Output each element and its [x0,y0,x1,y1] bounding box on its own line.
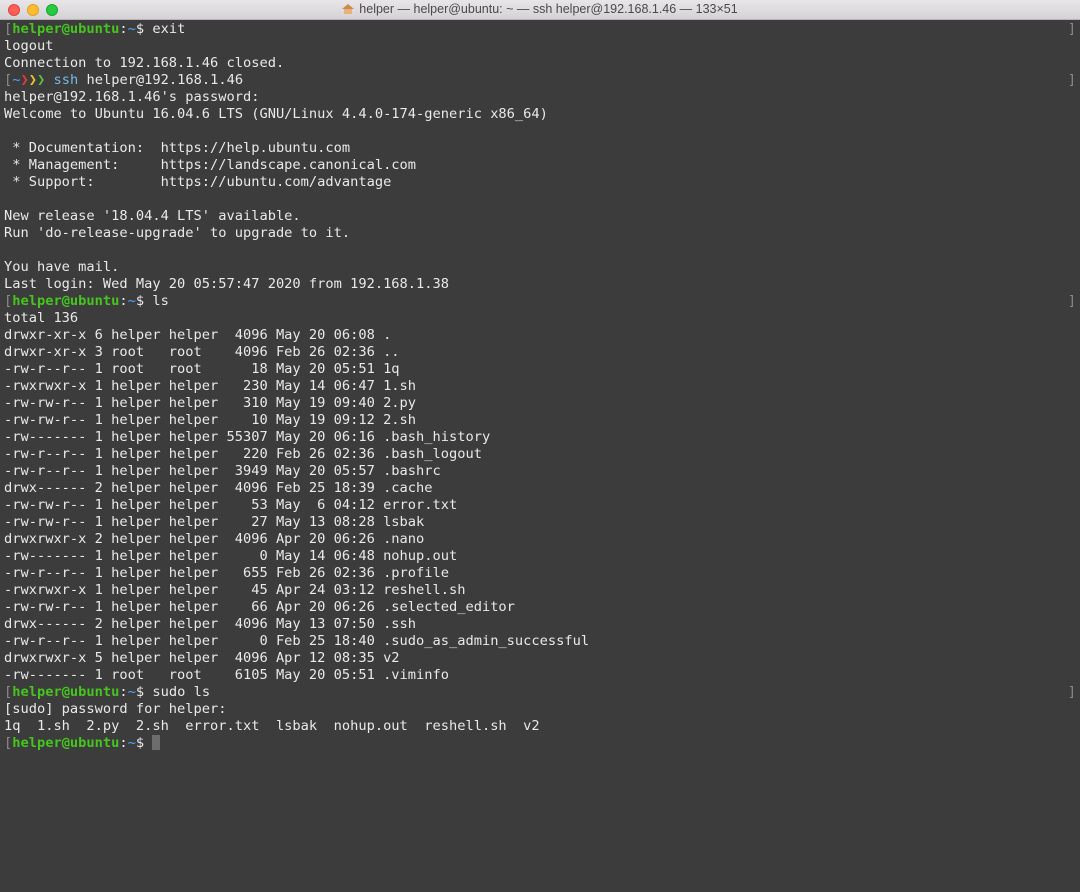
output-line: Connection to 192.168.1.46 closed. [4,55,285,71]
prompt-dollar: $ [135,21,145,37]
local-prompt-line: [~❯❯❯ ssh helper@192.168.1.46] [4,72,1076,89]
prompt-line: [helper@ubuntu:~$ exit] [4,21,1076,38]
output-line: * Documentation: https://help.ubuntu.com [4,140,351,156]
prompt-close-bracket: ] [1067,21,1076,37]
output-line: [sudo] password for helper: [4,701,227,717]
active-prompt-line[interactable]: [helper@ubuntu:~$ [4,735,1072,752]
listing-row: -rw-rw-r-- 1 helper helper 310 May 19 09… [4,395,417,411]
prompt-separator: : [119,293,128,309]
terminal-window: helper — helper@ubuntu: ~ — ssh helper@1… [0,0,1080,892]
listing-row: -rw-rw-r-- 1 helper helper 10 May 19 09:… [4,412,417,428]
listing-row: drwxr-xr-x 3 root root 4096 Feb 26 02:36… [4,344,400,360]
command-text: sudo ls [152,684,211,700]
home-icon [342,4,355,14]
listing-row: -rw------- 1 helper helper 0 May 14 06:4… [4,548,458,564]
listing-row: drwxrwxr-x 2 helper helper 4096 Apr 20 0… [4,531,425,547]
output-line: helper@192.168.1.46's password: [4,89,260,105]
prompt-open-bracket: [ [4,684,13,700]
prompt-separator: : [119,21,128,37]
output-line: logout [4,38,54,54]
terminal-output[interactable]: [helper@ubuntu:~$ exit] logout Connectio… [4,21,1076,889]
output-line: * Management: https://landscape.canonica… [4,157,417,173]
listing-row: -rw------- 1 helper helper 55307 May 20 … [4,429,491,445]
prompt-path: ~ [127,735,136,751]
listing-row: -rw-rw-r-- 1 helper helper 53 May 6 04:1… [4,497,458,513]
listing-row: -rwxrwxr-x 1 helper helper 45 Apr 24 03:… [4,582,466,598]
prompt-user-host: helper@ubuntu [12,21,120,37]
prompt-line: [helper@ubuntu:~$ ls] [4,293,1076,310]
listing-row: drwx------ 2 helper helper 4096 May 13 0… [4,616,417,632]
local-prompt-open-bracket: [ [4,72,13,88]
window-title: helper — helper@ubuntu: ~ — ssh helper@1… [0,2,1080,16]
prompt-user-host: helper@ubuntu [12,684,120,700]
prompt-open-bracket: [ [4,21,13,37]
listing-row: drwxr-xr-x 6 helper helper 4096 May 20 0… [4,327,392,343]
listing-row: -rw-r--r-- 1 helper helper 220 Feb 26 02… [4,446,482,462]
listing-row: -rw-r--r-- 1 root root 18 May 20 05:51 1… [4,361,400,377]
prompt-open-bracket: [ [4,293,13,309]
listing-row: -rw-r--r-- 1 helper helper 655 Feb 26 02… [4,565,449,581]
prompt-arrow-icon: ❯ [28,72,37,88]
prompt-arrow-icon: ❯ [20,72,29,88]
output-line: Last login: Wed May 20 05:57:47 2020 fro… [4,276,449,292]
prompt-dollar: $ [135,684,145,700]
prompt-dollar: $ [135,293,145,309]
output-line: Run 'do-release-upgrade' to upgrade to i… [4,225,351,241]
listing-row: -rwxrwxr-x 1 helper helper 230 May 14 06… [4,378,417,394]
title-bar[interactable]: helper — helper@ubuntu: ~ — ssh helper@1… [0,0,1080,20]
prompt-user-host: helper@ubuntu [12,293,120,309]
listing-row: -rw-r--r-- 1 helper helper 3949 May 20 0… [4,463,441,479]
prompt-path: ~ [127,293,136,309]
prompt-path: ~ [127,684,136,700]
listing-row: -rw-r--r-- 1 helper helper 0 Feb 25 18:4… [4,633,590,649]
prompt-user-host: helper@ubuntu [12,735,120,751]
prompt-path: ~ [127,21,136,37]
prompt-arrow-icon: ❯ [37,72,46,88]
output-line: New release '18.04.4 LTS' available. [4,208,301,224]
prompt-separator: : [119,735,128,751]
listing-row: drwx------ 2 helper helper 4096 Feb 25 1… [4,480,433,496]
prompt-dollar: $ [135,735,145,751]
window-title-text: helper — helper@ubuntu: ~ — ssh helper@1… [359,2,738,16]
listing-row: -rw-rw-r-- 1 helper helper 27 May 13 08:… [4,514,425,530]
listing-row: drwxrwxr-x 5 helper helper 4096 Apr 12 0… [4,650,400,666]
prompt-close-bracket: ] [1067,72,1076,88]
local-prompt-path: ~ [12,72,21,88]
prompt-line: [helper@ubuntu:~$ sudo ls] [4,684,1076,701]
prompt-close-bracket: ] [1067,684,1076,700]
output-line: total 136 [4,310,79,326]
prompt-separator: : [119,684,128,700]
prompt-close-bracket: ] [1067,293,1076,309]
listing-row: -rw------- 1 root root 6105 May 20 05:51… [4,667,449,683]
text-cursor[interactable] [152,735,161,750]
output-line: * Support: https://ubuntu.com/advantage [4,174,392,190]
ssh-command: ssh [53,72,79,88]
output-line: Welcome to Ubuntu 16.04.6 LTS (GNU/Linux… [4,106,548,122]
listing-row: -rw-rw-r-- 1 helper helper 66 Apr 20 06:… [4,599,515,615]
command-text: exit [152,21,186,37]
prompt-open-bracket: [ [4,735,13,751]
command-text: ls [152,293,169,309]
output-line: You have mail. [4,259,120,275]
output-line: 1q 1.sh 2.py 2.sh error.txt lsbak nohup.… [4,718,540,734]
ssh-target: helper@192.168.1.46 [86,72,244,88]
